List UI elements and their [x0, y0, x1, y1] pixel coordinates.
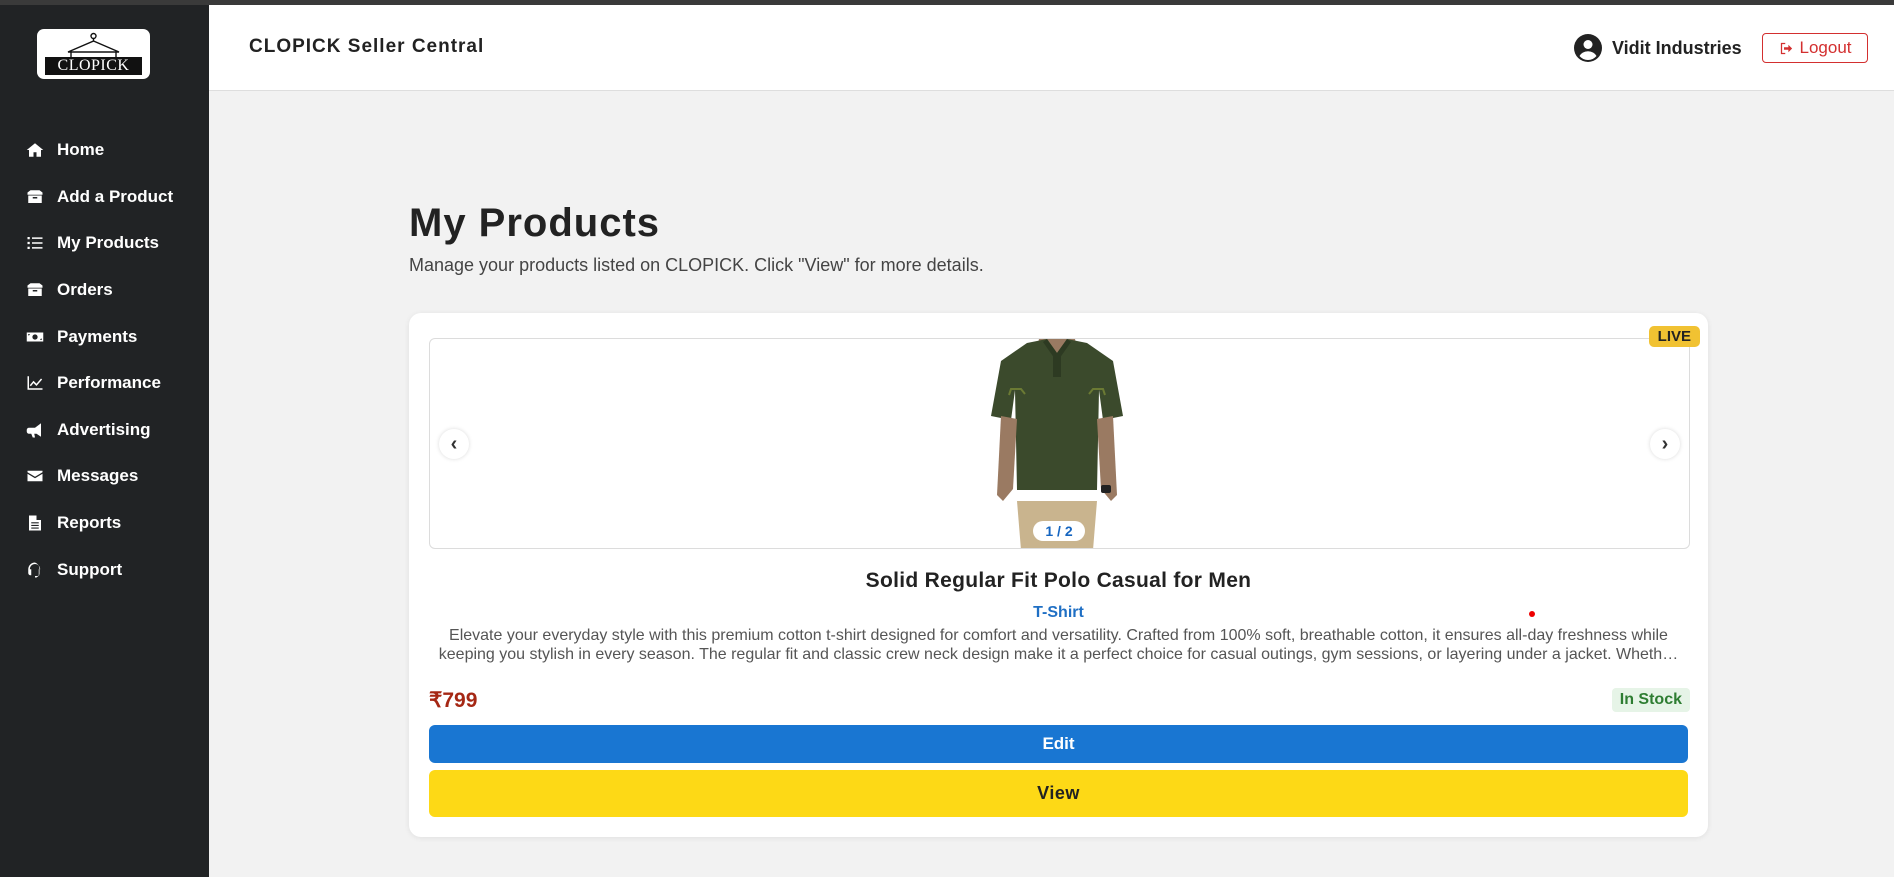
- sidebar: CLOPICK Home Add a Product My Products O…: [0, 0, 209, 877]
- sidebar-item-add-product[interactable]: Add a Product: [0, 174, 209, 221]
- product-card: LIVE ‹ › 1 / 2 Solid Regular Fit Polo Ca…: [409, 313, 1708, 837]
- sign-out-icon: [1780, 42, 1792, 54]
- sidebar-item-label: Advertising: [57, 419, 151, 439]
- product-price: ₹799: [429, 689, 478, 712]
- product-title: Solid Regular Fit Polo Casual for Men: [865, 569, 1252, 592]
- logo-text: CLOPICK: [45, 57, 142, 75]
- sidebar-item-performance[interactable]: Performance: [0, 360, 209, 407]
- page-subtitle: Manage your products listed on CLOPICK. …: [409, 255, 984, 275]
- sidebar-item-label: Home: [57, 140, 105, 160]
- sidebar-item-label: Performance: [57, 373, 161, 393]
- sidebar-item-support[interactable]: Support: [0, 546, 209, 593]
- carousel-counter: 1 / 2: [1033, 521, 1085, 541]
- box-icon: [25, 281, 45, 299]
- clopick-logo[interactable]: CLOPICK: [37, 29, 150, 79]
- product-image: [991, 339, 1123, 548]
- logout-button[interactable]: Logout: [1762, 33, 1868, 63]
- sidebar-item-my-products[interactable]: My Products: [0, 220, 209, 267]
- product-description: Elevate your everyday style with this pr…: [438, 627, 1679, 663]
- sidebar-item-label: Support: [57, 559, 123, 579]
- user-name: Vidit Industries: [1612, 37, 1742, 58]
- sidebar-nav: Home Add a Product My Products Orders Pa…: [0, 127, 209, 593]
- product-category: T-Shirt: [1033, 604, 1084, 621]
- top-strip: [0, 0, 1894, 5]
- carousel-prev-button[interactable]: ‹: [439, 429, 469, 459]
- sidebar-item-payments[interactable]: Payments: [0, 313, 209, 360]
- chart-line-icon: [25, 374, 45, 392]
- page-title: My Products: [409, 201, 661, 245]
- list-icon: [25, 234, 45, 252]
- product-image-carousel[interactable]: ‹ › 1 / 2: [429, 338, 1690, 549]
- top-header: CLOPICK Seller Central Vidit Industries …: [209, 5, 1894, 91]
- headset-icon: [25, 561, 45, 579]
- home-icon: [25, 141, 45, 159]
- sidebar-item-reports[interactable]: Reports: [0, 500, 209, 547]
- edit-button[interactable]: Edit: [429, 725, 1688, 763]
- sidebar-item-label: Messages: [57, 466, 139, 486]
- carousel-next-button[interactable]: ›: [1650, 429, 1680, 459]
- envelope-icon: [25, 467, 45, 485]
- user-profile[interactable]: Vidit Industries: [1574, 34, 1742, 62]
- sidebar-item-label: My Products: [57, 233, 160, 253]
- sidebar-item-home[interactable]: Home: [0, 127, 209, 174]
- sidebar-item-messages[interactable]: Messages: [0, 453, 209, 500]
- box-icon: [25, 188, 45, 206]
- sidebar-item-label: Orders: [57, 280, 113, 300]
- document-icon: [25, 514, 45, 532]
- hanger-icon: [67, 32, 120, 57]
- sidebar-item-label: Payments: [57, 326, 138, 346]
- main-content: My Products Manage your products listed …: [359, 133, 1758, 877]
- sidebar-item-label: Add a Product: [57, 186, 174, 206]
- stock-badge: In Stock: [1611, 688, 1690, 712]
- status-badge: LIVE: [1648, 326, 1700, 347]
- view-button[interactable]: View: [429, 770, 1688, 817]
- page-brand: CLOPICK Seller Central: [249, 36, 485, 57]
- logout-label: Logout: [1799, 38, 1852, 57]
- indicator-dot: [1529, 611, 1535, 617]
- sidebar-item-orders[interactable]: Orders: [0, 267, 209, 314]
- sidebar-item-label: Reports: [57, 513, 122, 533]
- megaphone-icon: [25, 421, 45, 439]
- sidebar-item-advertising[interactable]: Advertising: [0, 407, 209, 454]
- money-icon: [25, 328, 45, 346]
- user-avatar-icon: [1574, 34, 1602, 62]
